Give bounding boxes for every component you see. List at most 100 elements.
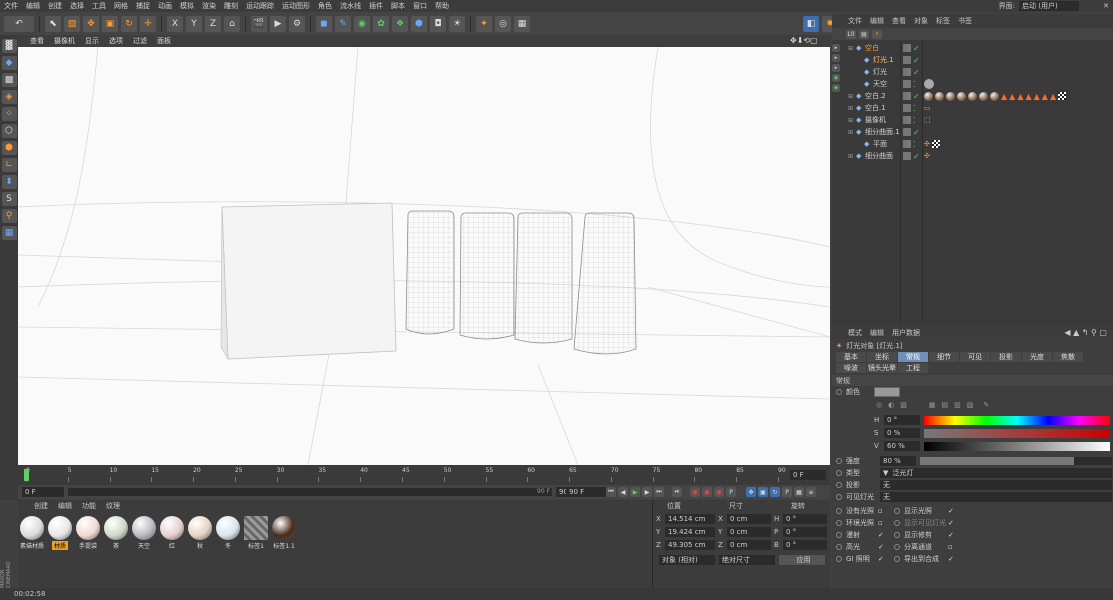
checkbox[interactable]: ✓ <box>878 531 888 539</box>
object-row[interactable]: ⊞ ◆ 细分曲面 ✓ ✣ <box>832 150 1113 162</box>
play-icon[interactable]: ▶ <box>630 487 640 497</box>
object-menu-item[interactable]: 查看 <box>892 16 906 26</box>
menu-item[interactable]: 帮助 <box>435 1 449 11</box>
rotation-field[interactable]: 0 ° <box>783 526 827 537</box>
attr-tab[interactable]: 常规 <box>898 352 928 362</box>
attr-tab[interactable]: 光度 <box>1022 352 1052 362</box>
menu-item[interactable]: 创建 <box>48 1 62 11</box>
anim-dot-icon[interactable] <box>836 556 842 562</box>
object-row[interactable]: ⊞ ◆ 摄像机 ⁚ ⬚ <box>832 114 1113 126</box>
viewport-menu-item[interactable]: 显示 <box>85 36 99 46</box>
triangle-tag-icon[interactable]: ▲ <box>1025 92 1031 101</box>
object-row[interactable]: ◆ 天空 ⁚ <box>832 78 1113 90</box>
anim-dot-icon[interactable] <box>894 544 900 550</box>
material-menu-item[interactable]: 纹理 <box>106 501 120 511</box>
material-tag-icon[interactable] <box>957 91 966 101</box>
workplane-mode-icon[interactable]: ◈ <box>1 90 17 104</box>
tag-icon[interactable]: ✣ <box>924 140 930 148</box>
material-swatch[interactable]: 茶 <box>104 516 128 550</box>
material-menu-item[interactable]: 功能 <box>82 501 96 511</box>
material-tag-icon[interactable] <box>935 91 944 101</box>
menu-item[interactable]: 模拟 <box>180 1 194 11</box>
visible-light-select[interactable]: 无 <box>880 492 1112 502</box>
material-swatch[interactable]: 手提袋 <box>76 516 100 550</box>
axis-mode-icon[interactable]: ∟ <box>1 158 17 172</box>
object-menu-item[interactable]: 文件 <box>848 16 862 26</box>
layer-flag-icon[interactable] <box>903 140 911 148</box>
camera-tag-icon[interactable]: ⬚ <box>924 116 931 124</box>
snapping-icon[interactable]: S <box>1 192 17 206</box>
triangle-tag-icon[interactable]: ▲ <box>1001 92 1007 101</box>
enabled-check-icon[interactable]: ✓ <box>913 92 920 101</box>
menu-item[interactable]: 窗口 <box>413 1 427 11</box>
checkbox[interactable]: ▫ <box>878 519 888 527</box>
record-icon[interactable]: ● <box>690 487 700 497</box>
coord-mode-select[interactable]: 对象 (相对) <box>659 555 715 565</box>
material-tag-icon[interactable] <box>924 91 933 101</box>
layer-flag-icon[interactable] <box>903 152 911 160</box>
checkbox[interactable]: ✓ <box>948 555 954 563</box>
object-row[interactable]: ◆ 灯光 ✓ <box>832 66 1113 78</box>
layer-flag-icon[interactable] <box>903 68 911 76</box>
intensity-field[interactable]: 80 % <box>880 456 916 466</box>
value-slider[interactable] <box>924 441 1110 451</box>
material-swatch[interactable]: 素描材质 <box>20 516 44 550</box>
material-swatch[interactable]: 标签1.1 <box>272 516 296 550</box>
viewport-3d[interactable] <box>18 47 830 465</box>
rotate-tool-icon[interactable]: ↻ <box>121 15 137 32</box>
material-tag-icon[interactable] <box>990 91 999 101</box>
material-swatch[interactable]: 标签1 <box>244 516 268 550</box>
attr-tab[interactable]: 噪波 <box>836 363 866 373</box>
current-frame-field[interactable]: 0 F <box>790 470 826 480</box>
size-field[interactable]: 0 cm <box>727 539 771 550</box>
window-close-icon[interactable]: ✕ <box>1103 2 1109 10</box>
layer-flag-icon[interactable] <box>903 128 911 136</box>
autokey-icon[interactable]: ● <box>702 487 712 497</box>
start-frame-field[interactable]: 0 F <box>22 487 64 497</box>
enabled-check-icon[interactable]: ✓ <box>913 152 920 161</box>
object-row[interactable]: ⊞ ◆ 空白.1 ⁚ ▭ <box>832 102 1113 114</box>
material-swatch[interactable]: 秋 <box>188 516 212 550</box>
coord-system-icon[interactable]: ⌂ <box>224 15 240 32</box>
layer-flag-icon[interactable] <box>903 44 911 52</box>
menu-item[interactable]: 流水线 <box>340 1 361 11</box>
apply-button[interactable]: 应用 <box>779 555 825 565</box>
menu-item[interactable]: 脚本 <box>391 1 405 11</box>
tag-icon[interactable]: ✣ <box>924 152 930 160</box>
checkbox[interactable]: ✓ <box>948 531 954 539</box>
cube-icon[interactable]: ◼ <box>316 15 332 32</box>
texture-mode-icon[interactable]: ▩ <box>1 73 17 87</box>
side-tool-icon-4[interactable]: ◉ <box>832 74 840 82</box>
material-menu-item[interactable]: 编辑 <box>58 501 72 511</box>
enabled-check-icon[interactable]: ⁚ <box>913 104 916 113</box>
timeline-playhead[interactable] <box>24 469 29 481</box>
search-icon[interactable]: ⌕ <box>872 29 882 39</box>
scene-icon[interactable]: ⬢ <box>411 15 427 32</box>
object-menu-item[interactable]: 标签 <box>936 16 950 26</box>
layer-flag-icon[interactable] <box>903 80 911 88</box>
object-menu-item[interactable]: 编辑 <box>870 16 884 26</box>
expand-icon[interactable]: ⊞ <box>848 117 853 124</box>
enabled-check-icon[interactable]: ⁚ <box>913 116 916 125</box>
key-scale-icon[interactable]: ▣ <box>758 487 768 497</box>
anim-dot-icon[interactable] <box>836 532 842 538</box>
last-tool-icon[interactable]: ✛ <box>140 15 156 32</box>
attr-tab[interactable]: 镜头光晕 <box>867 363 897 373</box>
object-row[interactable]: ◆ 平面 ⁚ ✣ <box>832 138 1113 150</box>
color-rgb-icon[interactable]: ▦ <box>929 401 936 409</box>
move-tool-icon[interactable]: ✥ <box>83 15 99 32</box>
material-tag-icon[interactable] <box>979 91 988 101</box>
side-tool-icon-1[interactable]: ▸ <box>832 44 840 52</box>
lock-icon[interactable]: ⚲ <box>1 209 17 223</box>
anim-dot-icon[interactable] <box>894 556 900 562</box>
go-end-icon[interactable]: ⏭ <box>654 487 664 497</box>
tweak-mode-icon[interactable]: ⬍ <box>1 175 17 189</box>
anim-dot-icon[interactable] <box>836 544 842 550</box>
menu-item[interactable]: 渲染 <box>202 1 216 11</box>
side-tool-icon-3[interactable]: ▸ <box>832 64 840 72</box>
polygons-mode-icon[interactable]: ⬢ <box>1 141 17 155</box>
saturation-field[interactable]: 0 % <box>884 428 920 438</box>
enabled-check-icon[interactable]: ⁚ <box>913 140 916 149</box>
expand-icon[interactable]: ⊞ <box>848 153 853 160</box>
type-select[interactable]: ▼ 泛光灯 <box>880 468 1112 478</box>
